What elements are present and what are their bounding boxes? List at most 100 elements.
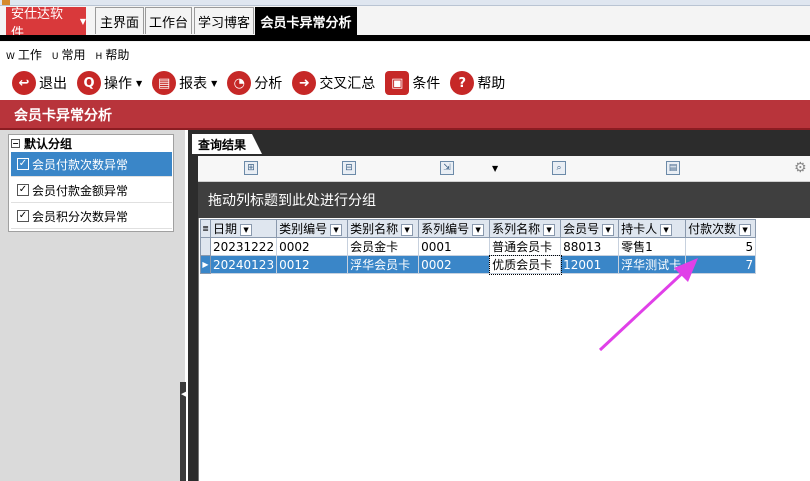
current-row-indicator-icon[interactable]: ▶ <box>200 255 211 274</box>
expand-group-icon[interactable]: ⊞ <box>244 161 258 175</box>
condition-button[interactable]: ▣ 条件 <box>385 71 440 95</box>
tab-query-results[interactable]: 查询结果 <box>192 134 256 154</box>
table-cell[interactable]: 浮华会员卡 <box>347 255 420 274</box>
column-header-category-code[interactable]: 类别编号 ▼ <box>276 219 349 238</box>
list-item-label: 会员积分次数异常 <box>32 209 129 224</box>
help-label: 帮助 <box>477 76 506 92</box>
menu-work[interactable]: W 工作 <box>6 46 42 63</box>
column-header-label: 持卡人 <box>621 222 658 236</box>
filter-dropdown-icon[interactable]: ▼ <box>543 223 556 236</box>
table-cell[interactable]: 20240123 <box>209 255 278 274</box>
filter-dropdown-icon[interactable]: ▼ <box>240 223 253 236</box>
menu-label: 常用 <box>61 47 86 62</box>
report-label: 报表 <box>179 76 208 92</box>
column-header-series-code[interactable]: 系列编号 ▼ <box>418 219 491 238</box>
menu-shortcut: H <box>95 51 103 62</box>
column-header-label: 系列编号 <box>421 222 470 236</box>
filter-dropdown-icon[interactable]: ▼ <box>330 223 343 236</box>
menu-label: 帮助 <box>105 47 130 62</box>
menu-shortcut: U <box>51 51 59 62</box>
printer-icon[interactable]: ▤ <box>666 161 680 175</box>
group-by-bar[interactable]: 拖动列标题到此处进行分组 <box>198 182 810 218</box>
chevron-down-icon[interactable]: ▼ <box>492 164 498 173</box>
table-cell[interactable]: 普通会员卡 <box>489 237 562 256</box>
column-chooser-icon[interactable]: ≣ <box>200 219 211 238</box>
analyze-button[interactable]: ◔ 分析 <box>227 71 282 95</box>
question-icon: ? <box>450 71 475 95</box>
filter-dropdown-icon[interactable]: ▼ <box>401 223 414 236</box>
operate-label: 操作 <box>104 76 132 92</box>
exit-icon: ↩ <box>12 71 36 95</box>
exit-button[interactable]: ↩ 退出 <box>12 71 67 95</box>
page-title-text: 会员卡异常分析 <box>14 108 112 124</box>
table-cell[interactable]: 0001 <box>418 237 491 256</box>
export-icon[interactable]: ⇲ <box>440 161 454 175</box>
filter-dropdown-icon[interactable]: ▼ <box>739 223 752 236</box>
collapse-icon[interactable]: − <box>11 139 20 148</box>
find-icon[interactable]: ⌕ <box>552 161 566 175</box>
tab-label: 学习博客 <box>197 15 250 31</box>
report-button[interactable]: ▤ 报表 ▼ <box>152 71 217 95</box>
results-toolbar: ⊞ ⊟ ⇲ ▼ ⌕ ▤ ⚙ <box>198 156 810 182</box>
column-header-payment-count[interactable]: 付款次数 ▼ <box>685 219 757 238</box>
filter-dropdown-icon[interactable]: ▼ <box>472 223 485 236</box>
row-indicator[interactable] <box>200 237 211 256</box>
cross-summary-label: 交叉汇总 <box>319 76 376 92</box>
analysis-list-panel: − 默认分组 ✓ 会员付款次数异常 ✓ 会员付款金额异常 ✓ 会员积分次数异常 <box>8 134 174 232</box>
list-item-label: 会员付款次数异常 <box>32 157 129 172</box>
table-cell[interactable]: 0012 <box>276 255 349 274</box>
tab-label: 查询结果 <box>198 137 247 152</box>
column-header-label: 付款次数 <box>688 222 737 236</box>
tab-label: 主界面 <box>99 15 139 31</box>
column-header-series-name[interactable]: 系列名称 ▼ <box>489 219 562 238</box>
menu-shortcut: W <box>6 51 15 62</box>
checkbox-checked-icon[interactable]: ✓ <box>17 184 29 196</box>
main-toolbar: ↩ 退出 Q 操作 ▼ ▤ 报表 ▼ ◔ 分析 ➜ 交叉汇总 ▣ 条件 ? 帮助 <box>0 66 810 100</box>
tab-learning-blog[interactable]: 学习博客 <box>194 7 254 34</box>
column-header-label: 日期 <box>213 222 238 236</box>
table-cell[interactable]: 会员金卡 <box>347 237 420 256</box>
column-header-member-no[interactable]: 会员号 ▼ <box>560 219 620 238</box>
list-item-payment-amount[interactable]: ✓ 会员付款金额异常 <box>11 178 172 203</box>
tab-card-anomaly[interactable]: 会员卡异常分析 <box>255 7 357 35</box>
collapse-left-icon[interactable]: ◀ <box>181 390 186 398</box>
list-item-payment-count[interactable]: ✓ 会员付款次数异常 <box>11 152 172 177</box>
checkbox-checked-icon[interactable]: ✓ <box>17 210 29 222</box>
help-button[interactable]: ? 帮助 <box>450 71 505 95</box>
group-title: 默认分组 <box>24 137 73 151</box>
collapse-group-icon[interactable]: ⊟ <box>342 161 356 175</box>
column-header-cardholder[interactable]: 持卡人 ▼ <box>618 219 687 238</box>
operate-button[interactable]: Q 操作 ▼ <box>77 71 142 95</box>
tab-workbench[interactable]: 工作台 <box>145 7 192 34</box>
column-header-category-name[interactable]: 类别名称 ▼ <box>347 219 420 238</box>
settings-icon[interactable]: ⚙ <box>794 160 807 176</box>
cross-summary-button[interactable]: ➜ 交叉汇总 <box>292 71 375 95</box>
table-cell-focused[interactable]: 优质会员卡 <box>488 254 562 275</box>
annotation-arrow-shaft <box>598 266 690 352</box>
list-item-label: 会员付款金额异常 <box>32 183 129 198</box>
tab-main[interactable]: 主界面 <box>95 7 144 34</box>
app-menu-button[interactable]: 安仕达软件 ▼ <box>6 7 86 41</box>
filter-dropdown-icon[interactable]: ▼ <box>602 223 615 236</box>
search-icon: Q <box>77 71 101 95</box>
list-item-points-count[interactable]: ✓ 会员积分次数异常 <box>11 204 172 229</box>
menu-help[interactable]: H 帮助 <box>96 46 130 63</box>
column-header-date[interactable]: 日期 ▼ <box>209 219 278 238</box>
column-header-label: 会员号 <box>563 222 600 236</box>
group-header[interactable]: − 默认分组 <box>9 135 173 152</box>
tab-corner <box>252 134 262 154</box>
table-cell[interactable]: 0002 <box>418 255 491 274</box>
chevron-down-icon: ▼ <box>136 78 143 88</box>
column-header-label: 系列名称 <box>492 222 541 236</box>
checkbox-checked-icon[interactable]: ✓ <box>17 158 29 170</box>
arrow-right-icon: ➜ <box>292 71 317 95</box>
annotation-arrow <box>598 258 698 352</box>
menu-label: 工作 <box>17 47 42 62</box>
table-cell[interactable]: 20231222 <box>209 237 278 256</box>
analyze-label: 分析 <box>254 76 283 92</box>
filter-dropdown-icon[interactable]: ▼ <box>660 223 673 236</box>
table-cell[interactable]: 0002 <box>276 237 349 256</box>
menu-common[interactable]: U 常用 <box>52 46 86 63</box>
pie-chart-icon: ◔ <box>227 71 252 95</box>
app-icon <box>2 0 10 5</box>
